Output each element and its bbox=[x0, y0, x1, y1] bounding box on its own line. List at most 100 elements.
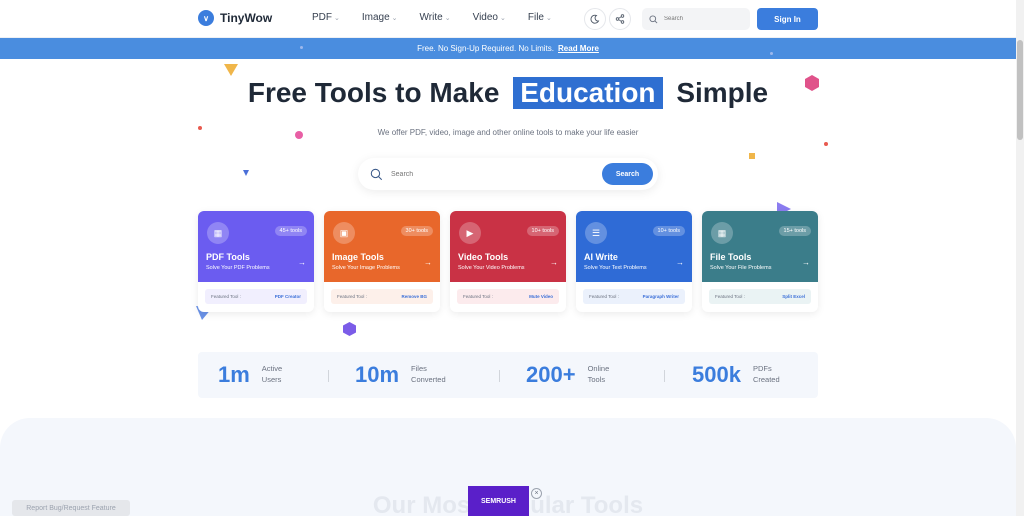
card-title: File Tools bbox=[710, 252, 752, 262]
dot-decoration bbox=[824, 142, 828, 146]
tinywow-logo-icon: ∨ bbox=[198, 10, 214, 26]
stat-files-converted: 10m Files Converted bbox=[355, 352, 451, 398]
search-icon bbox=[649, 14, 658, 23]
nav-video-label: Video bbox=[472, 12, 498, 23]
document-icon: ☰ bbox=[585, 222, 607, 244]
hero-subtitle: We offer PDF, video, image and other onl… bbox=[377, 128, 639, 137]
nav-pdf[interactable]: PDF ⌄ bbox=[312, 12, 340, 23]
chevron-down-icon: ⌄ bbox=[334, 14, 340, 22]
moon-icon bbox=[590, 14, 600, 24]
chevron-down-icon: ⌄ bbox=[545, 14, 552, 22]
nav-pdf-label: PDF bbox=[312, 12, 332, 23]
scrollbar-thumb[interactable] bbox=[1017, 40, 1023, 140]
featured-tool-label: Featured Tool : bbox=[211, 294, 241, 299]
dot-decoration bbox=[770, 52, 773, 55]
chevron-down-icon: ⌄ bbox=[391, 14, 398, 22]
arrow-right-icon: → bbox=[550, 258, 558, 267]
stat-value: 10m bbox=[355, 362, 400, 387]
dot-decoration bbox=[749, 153, 755, 159]
main-nav: PDF ⌄ Image ⌄ Write ⌄ Video ⌄ File ⌄ bbox=[312, 12, 574, 23]
nav-write-label: Write bbox=[419, 12, 443, 23]
stat-value: 200+ bbox=[526, 362, 576, 387]
ad-banner[interactable]: SEMRUSH bbox=[468, 486, 529, 516]
promo-banner: Free. No Sign-Up Required. No Limits. Re… bbox=[0, 38, 1016, 59]
tool-count-badge: 10+ tools bbox=[526, 226, 559, 236]
dark-mode-toggle[interactable] bbox=[584, 8, 606, 30]
featured-tool-row[interactable]: Featured Tool : PDF Creator bbox=[205, 289, 307, 304]
card-image-tools[interactable]: ▣ 30+ tools Image Tools Solve Your Image… bbox=[324, 211, 440, 312]
nav-image-label: Image bbox=[361, 12, 390, 23]
card-header: ▦ 15+ tools File Tools Solve Your File P… bbox=[702, 211, 818, 282]
triangle-decoration bbox=[243, 170, 249, 176]
page-scrollbar[interactable] bbox=[1016, 0, 1024, 516]
divider bbox=[664, 370, 665, 382]
featured-tool-link[interactable]: PDF Creator bbox=[275, 294, 301, 299]
stat-label: Online Tools bbox=[587, 364, 610, 384]
card-title: Video Tools bbox=[458, 252, 509, 262]
card-header: ▣ 30+ tools Image Tools Solve Your Image… bbox=[324, 211, 440, 282]
featured-tool-row[interactable]: Featured Tool : Remove BG bbox=[331, 289, 433, 304]
featured-tool-label: Featured Tool : bbox=[337, 294, 367, 299]
report-bug-button[interactable]: Report Bug/Request Feature bbox=[12, 500, 130, 516]
search-icon bbox=[370, 168, 383, 180]
video-icon: ▶ bbox=[459, 222, 481, 244]
ad-text: SEMRUSH bbox=[480, 497, 516, 505]
nav-image[interactable]: Image ⌄ bbox=[362, 12, 398, 23]
grid-icon: ▦ bbox=[711, 222, 733, 244]
card-header: ▦ 45+ tools PDF Tools Solve Your PDF Pro… bbox=[198, 211, 314, 282]
brand-logo[interactable]: ∨ TinyWow bbox=[198, 10, 272, 26]
featured-tool-row[interactable]: Featured Tool : Split Excel bbox=[709, 289, 811, 304]
card-title: PDF Tools bbox=[206, 252, 250, 262]
main-search-input[interactable] bbox=[391, 170, 591, 178]
stats-bar: 1m Active Users 10m Files Converted 200+ O… bbox=[198, 352, 818, 398]
main-search-bar[interactable]: Search bbox=[358, 158, 658, 190]
card-video-tools[interactable]: ▶ 10+ tools Video Tools Solve Your Video… bbox=[450, 211, 566, 312]
header-search-input[interactable] bbox=[664, 16, 734, 22]
arrow-right-icon: → bbox=[676, 258, 684, 267]
stat-label: Active Users bbox=[261, 364, 283, 384]
hero-title-highlight: Education bbox=[513, 77, 663, 109]
divider bbox=[499, 370, 500, 382]
card-pdf-tools[interactable]: ▦ 45+ tools PDF Tools Solve Your PDF Pro… bbox=[198, 211, 314, 312]
featured-tool-link[interactable]: Paragraph Writer bbox=[643, 294, 679, 299]
featured-tool-link[interactable]: Remove BG bbox=[401, 294, 427, 299]
featured-tool-row[interactable]: Featured Tool : Mute Video bbox=[457, 289, 559, 304]
sign-in-button[interactable]: Sign In bbox=[757, 8, 818, 30]
share-button[interactable] bbox=[609, 8, 631, 30]
hero-title: Free Tools to Make Education Simple bbox=[0, 77, 1016, 109]
featured-tool-label: Featured Tool : bbox=[715, 294, 745, 299]
stat-label: Files Converted bbox=[411, 364, 446, 384]
stat-label: PDFs Created bbox=[752, 364, 780, 384]
chevron-down-icon: ⌄ bbox=[499, 14, 506, 22]
stat-online-tools: 200+ Online Tools bbox=[526, 352, 628, 398]
card-header: ▶ 10+ tools Video Tools Solve Your Video… bbox=[450, 211, 566, 282]
card-title: Image Tools bbox=[332, 252, 384, 262]
featured-tool-link[interactable]: Split Excel bbox=[782, 294, 805, 299]
stat-value: 1m bbox=[218, 362, 250, 387]
card-description: Solve Your PDF Problems bbox=[206, 265, 270, 271]
nav-video[interactable]: Video ⌄ bbox=[473, 12, 506, 23]
main-search-button[interactable]: Search bbox=[602, 163, 653, 185]
nav-file[interactable]: File ⌄ bbox=[528, 12, 552, 23]
card-header: ☰ 10+ tools AI Write Solve Your Text Pro… bbox=[576, 211, 692, 282]
triangle-decoration bbox=[224, 64, 238, 76]
card-ai-write[interactable]: ☰ 10+ tools AI Write Solve Your Text Pro… bbox=[576, 211, 692, 312]
tool-count-badge: 10+ tools bbox=[652, 226, 685, 236]
divider bbox=[328, 370, 329, 382]
hero-title-before: Free Tools to Make bbox=[247, 77, 500, 108]
arrow-right-icon: → bbox=[298, 258, 306, 267]
read-more-link[interactable]: Read More bbox=[558, 44, 599, 53]
chevron-down-icon: ⌄ bbox=[444, 14, 451, 22]
brand-name: TinyWow bbox=[220, 11, 273, 25]
nav-write[interactable]: Write ⌄ bbox=[420, 12, 451, 23]
featured-tool-label: Featured Tool : bbox=[589, 294, 619, 299]
featured-tool-row[interactable]: Featured Tool : Paragraph Writer bbox=[583, 289, 685, 304]
card-description: Solve Your Text Problems bbox=[584, 265, 647, 271]
arrow-right-icon: → bbox=[802, 258, 810, 267]
card-file-tools[interactable]: ▦ 15+ tools File Tools Solve Your File P… bbox=[702, 211, 818, 312]
hero-title-after: Simple bbox=[676, 77, 769, 108]
share-icon bbox=[615, 14, 625, 24]
header-search[interactable] bbox=[642, 8, 750, 30]
close-icon[interactable]: × bbox=[531, 488, 542, 499]
featured-tool-link[interactable]: Mute Video bbox=[529, 294, 553, 299]
